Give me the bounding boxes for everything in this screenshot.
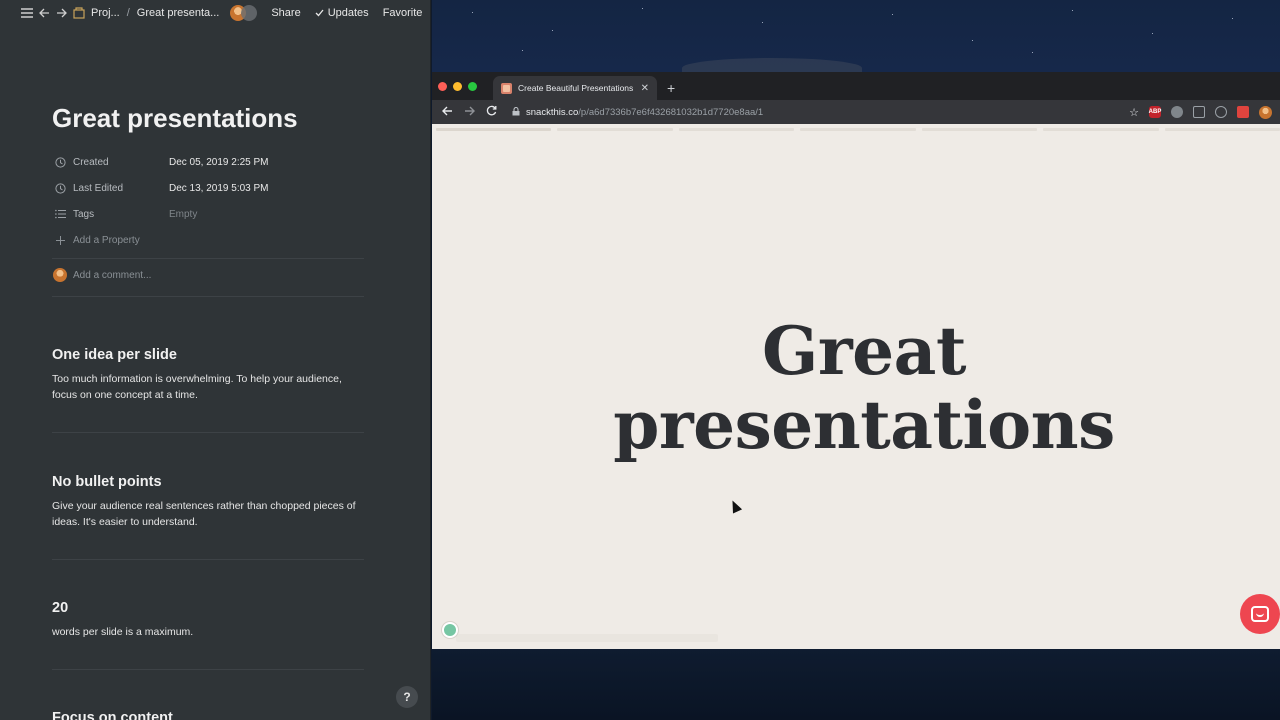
minimize-window-button[interactable]	[453, 81, 462, 91]
page-icon	[73, 5, 85, 21]
property-name: Tags	[73, 208, 95, 220]
block-text[interactable]: Too much information is overwhelming. To…	[52, 371, 362, 403]
sidebar-menu-icon[interactable]	[21, 5, 33, 21]
tab-bar: Create Beautiful Presentations fr ✕ +	[432, 72, 1280, 100]
breadcrumb-separator: /	[126, 7, 130, 19]
add-property-button[interactable]: Add a Property	[53, 231, 373, 249]
address-bar: snackthis.co/p/a6d7336b7e6f432681032b1d7…	[432, 100, 1280, 124]
list-icon	[53, 207, 67, 221]
slide-title-line: presentations	[613, 386, 1115, 464]
block-heading[interactable]: No bullet points	[52, 474, 162, 490]
slide-progress-bar	[432, 128, 1280, 132]
extension-icon[interactable]	[1237, 106, 1249, 118]
progress-segment[interactable]	[678, 128, 795, 131]
progress-segment[interactable]	[436, 128, 552, 131]
back-icon[interactable]	[440, 106, 454, 119]
share-button[interactable]: Share	[271, 7, 300, 19]
bookmark-star-icon[interactable]: ☆	[1129, 106, 1139, 119]
divider	[52, 258, 364, 259]
progress-segment[interactable]	[800, 128, 916, 131]
property-value: Dec 13, 2019 5:03 PM	[169, 182, 269, 194]
collaborators[interactable]	[230, 5, 258, 21]
property-name: Created	[73, 156, 109, 168]
reload-icon[interactable]	[484, 105, 498, 119]
property-value: Dec 05, 2019 2:25 PM	[169, 156, 269, 168]
pocket-extension-icon[interactable]	[1193, 106, 1205, 118]
favorite-button[interactable]: Favorite	[383, 7, 423, 19]
breadcrumb-current[interactable]: Great presenta...	[137, 7, 220, 19]
block-text[interactable]: words per slide is a maximum.	[52, 624, 362, 640]
progress-segment[interactable]	[1043, 128, 1159, 131]
progress-segment[interactable]	[1164, 128, 1280, 131]
close-window-button[interactable]	[438, 81, 447, 91]
profile-avatar[interactable]	[1259, 105, 1272, 119]
url-field[interactable]: snackthis.co/p/a6d7336b7e6f432681032b1d7…	[526, 107, 763, 118]
sea	[432, 648, 1280, 720]
property-last-edited[interactable]: Last Edited Dec 13, 2019 5:03 PM	[53, 179, 373, 197]
chat-button[interactable]	[1240, 594, 1280, 634]
property-created[interactable]: Created Dec 05, 2019 2:25 PM	[53, 153, 373, 171]
comment-input[interactable]: Add a comment...	[53, 268, 151, 282]
divider	[52, 669, 364, 670]
avatar	[241, 5, 258, 21]
url-domain: snackthis.co	[526, 106, 579, 118]
property-name: Last Edited	[73, 182, 124, 194]
new-tab-button[interactable]: +	[667, 76, 675, 100]
mouse-cursor-icon	[727, 498, 743, 514]
info-extension-icon[interactable]	[1215, 106, 1227, 118]
chat-bubble-icon	[1251, 606, 1269, 622]
tab-title: Create Beautiful Presentations fr	[518, 83, 635, 93]
block-heading[interactable]: One idea per slide	[52, 347, 177, 363]
extension-icon[interactable]	[1171, 106, 1183, 118]
progress-segment[interactable]	[921, 128, 1038, 131]
scrub-bar[interactable]	[456, 634, 718, 642]
divider	[52, 296, 364, 297]
slide-title-line: Great	[762, 312, 966, 390]
progress-segment[interactable]	[557, 128, 673, 131]
browser-tab[interactable]: Create Beautiful Presentations fr ✕	[493, 76, 657, 100]
checkmark-icon	[315, 9, 324, 17]
property-tags[interactable]: Tags Empty	[53, 205, 373, 223]
block-text[interactable]: Give your audience real sentences rather…	[52, 498, 362, 530]
updates-label: Updates	[327, 7, 369, 19]
notion-topbar: Proj... / Great presenta... Share Update…	[0, 0, 430, 26]
window-controls	[438, 72, 477, 100]
url-path: /p/a6d7336b7e6f432681032b1d7720e8aa/1	[578, 106, 764, 118]
block-heading[interactable]: Focus on content	[52, 710, 173, 720]
presentation-slide[interactable]: Great presentations	[432, 124, 1280, 649]
back-arrow-icon[interactable]	[39, 5, 50, 21]
favicon-icon	[501, 82, 512, 94]
breadcrumb-parent[interactable]: Proj...	[91, 7, 120, 19]
avatar	[53, 268, 67, 282]
property-value: Empty	[169, 208, 198, 220]
divider	[52, 559, 364, 560]
updates-button[interactable]: Updates	[315, 7, 369, 19]
page-title: Great presentations	[52, 103, 298, 133]
plus-icon	[53, 233, 67, 247]
status-dot-icon[interactable]	[442, 622, 458, 638]
divider	[52, 432, 364, 433]
clock-icon	[53, 155, 67, 169]
close-tab-icon[interactable]: ✕	[641, 83, 649, 94]
add-property-label: Add a Property	[73, 234, 140, 246]
forward-icon[interactable]	[462, 106, 476, 119]
forward-arrow-icon[interactable]	[56, 5, 67, 21]
comment-placeholder: Add a comment...	[73, 269, 152, 281]
block-heading[interactable]: 20	[52, 600, 68, 616]
help-button[interactable]: ?	[396, 686, 418, 708]
clock-icon	[53, 181, 67, 195]
slide-title: Great presentations	[432, 314, 1280, 462]
browser-window: Create Beautiful Presentations fr ✕ + sn…	[432, 72, 1280, 649]
adblock-extension-icon[interactable]: ABP	[1149, 106, 1161, 118]
maximize-window-button[interactable]	[468, 81, 477, 91]
lock-icon[interactable]	[512, 106, 520, 118]
notion-window: Proj... / Great presenta... Share Update…	[0, 0, 431, 720]
